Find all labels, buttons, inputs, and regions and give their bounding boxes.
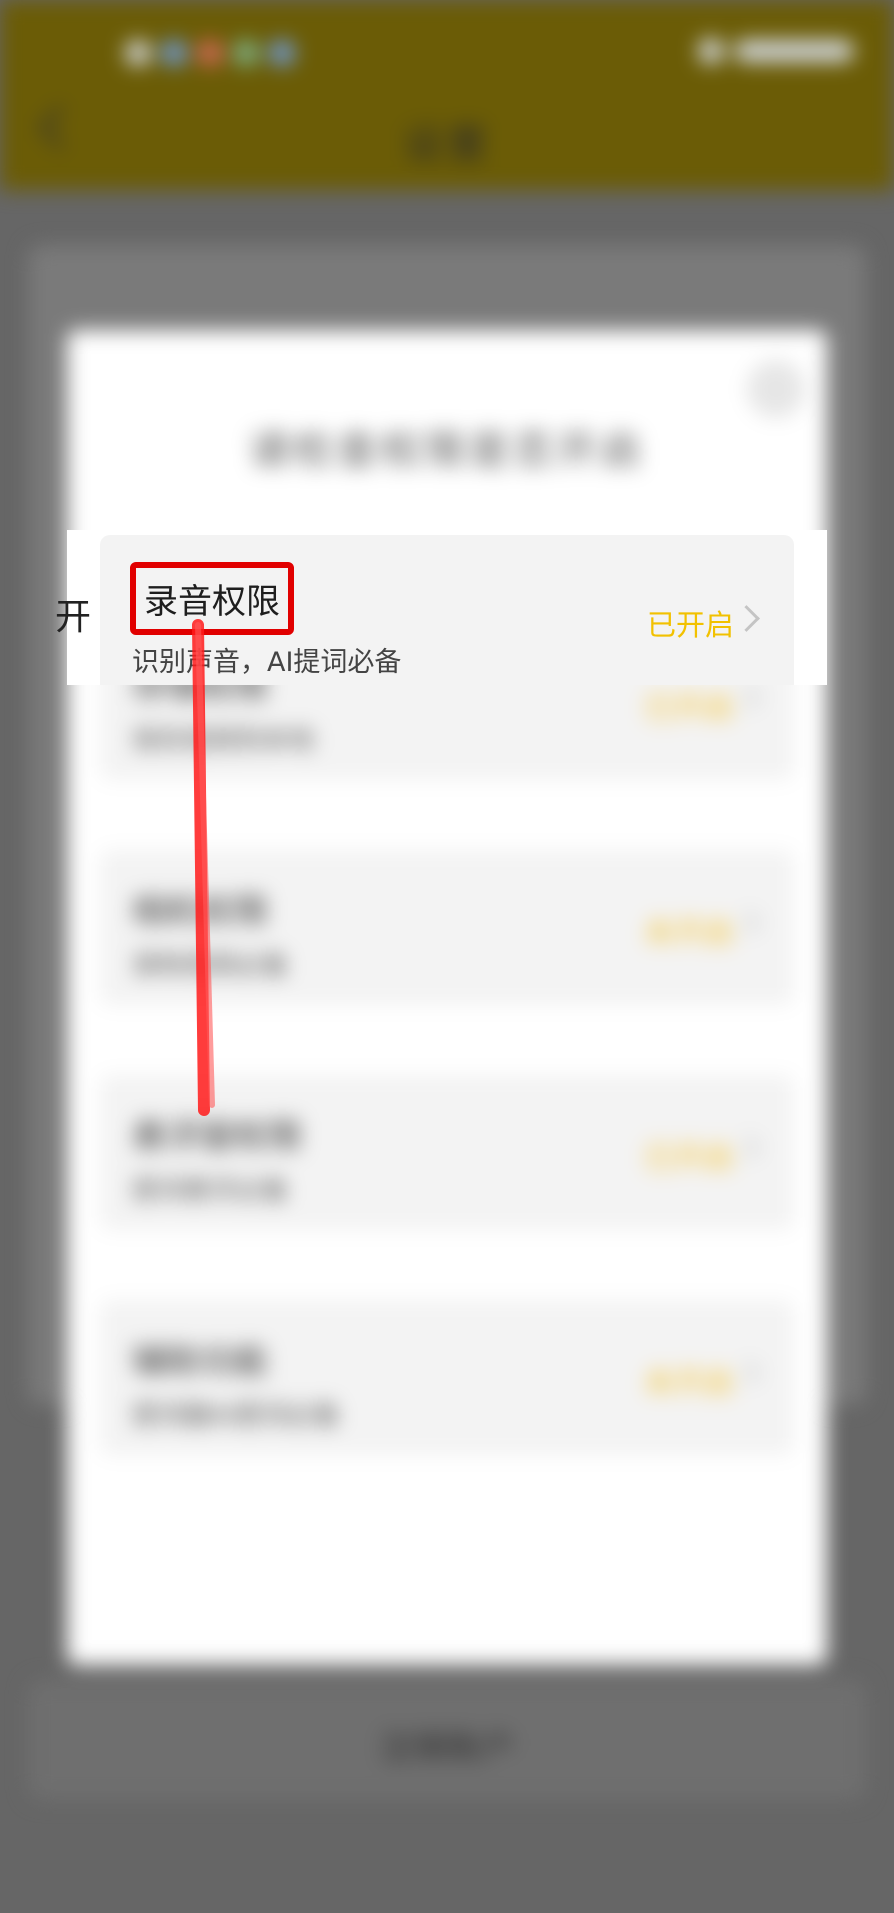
permission-item-record[interactable]: 录音权限 识别声音，AI提词必备 已开启	[100, 535, 794, 685]
background-label-fragment: 开	[55, 597, 92, 638]
chevron-right-icon	[735, 1360, 760, 1385]
permission-desc: 提词悬浮必备	[132, 1176, 289, 1206]
chevron-right-icon	[733, 605, 760, 632]
chevron-right-icon	[735, 910, 760, 935]
permission-desc: 保存视频到本地	[132, 726, 315, 756]
permission-desc: 录制视频必备	[132, 951, 289, 981]
app-icon	[161, 40, 187, 66]
permission-status: 未开启	[644, 1366, 734, 1401]
permission-status: 已开启	[644, 1141, 734, 1176]
permission-status: 未开启	[644, 916, 734, 951]
status-icons	[125, 38, 295, 68]
page-title: 设置	[403, 122, 491, 168]
close-icon[interactable]	[747, 360, 805, 418]
permission-name: 悬浮窗权限	[132, 1117, 302, 1157]
permission-name-text: 辅助功能	[132, 1342, 268, 1382]
signal-icon	[734, 40, 854, 62]
logout-label: 注销账户	[379, 1728, 515, 1768]
permission-item-camera[interactable]: 相机权限 录制视频必备 未开启	[100, 850, 794, 1005]
logout-button[interactable]: 注销账户	[28, 1680, 866, 1800]
dialog-title: 请检查权限是否开启	[249, 428, 645, 474]
app-icon	[233, 40, 259, 66]
permission-desc: 提词器AI提词必备	[132, 1401, 340, 1431]
permission-item-accessibility[interactable]: 辅助功能 提词器AI提词必备 未开启	[100, 1300, 794, 1455]
battery-icon	[698, 38, 724, 64]
focus-region: 录音权限 识别声音，AI提词必备 已开启	[67, 530, 827, 685]
permission-name: 辅助功能	[132, 1334, 294, 1383]
app-icon	[197, 40, 223, 66]
chevron-right-icon	[735, 1135, 760, 1160]
chevron-right-icon	[735, 685, 760, 710]
status-right	[698, 38, 854, 64]
notification-icon	[125, 40, 151, 66]
permission-name: 相机权限	[132, 892, 268, 932]
permission-status: 已开启	[646, 608, 734, 642]
permission-desc: 识别声音，AI提词必备	[132, 647, 402, 678]
status-bar: 设置	[0, 0, 894, 190]
permission-item-overlay[interactable]: 悬浮窗权限 提词悬浮必备 已开启	[100, 1075, 794, 1230]
permission-status: 已开启	[644, 691, 734, 726]
permission-name-highlighted: 录音权限	[130, 562, 294, 635]
app-icon	[269, 40, 295, 66]
